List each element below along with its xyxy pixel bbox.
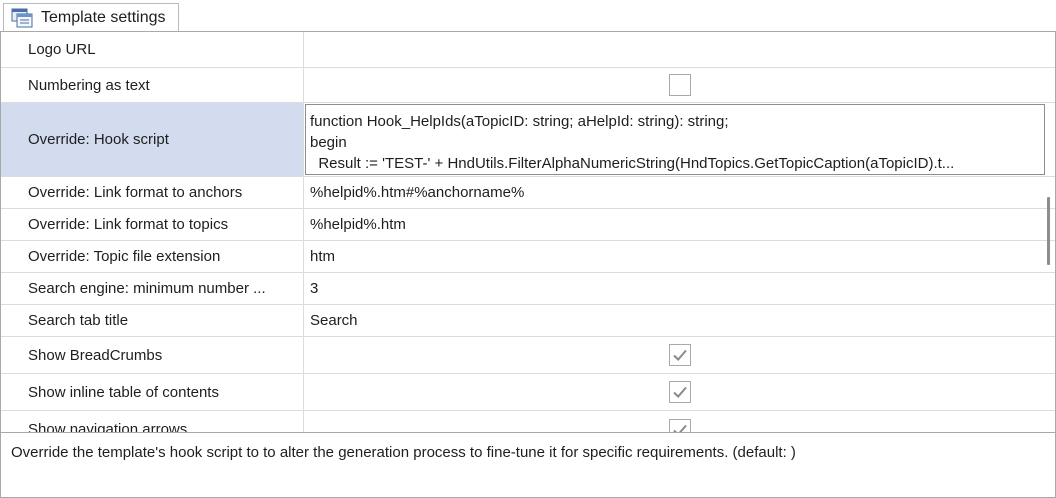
property-name: Numbering as text	[1, 68, 304, 102]
property-row-override-hook-script[interactable]: Override: Hook script function Hook_HelpI…	[1, 103, 1055, 177]
code-line: Result := 'TEST-' + HndUtils.FilterAlpha…	[310, 155, 955, 172]
property-value	[305, 337, 1055, 373]
property-row-override-topic-file-extension[interactable]: Override: Topic file extension htm	[1, 241, 1055, 273]
property-name: Show inline table of contents	[1, 374, 304, 410]
property-value[interactable]: %helpid%.htm	[305, 209, 1055, 240]
property-name: Show BreadCrumbs	[1, 337, 304, 373]
property-row-logo-url[interactable]: Logo URL	[1, 32, 1055, 68]
property-value[interactable]: 3	[305, 273, 1055, 304]
property-row-search-engine-minimum-number[interactable]: Search engine: minimum number ... 3	[1, 273, 1055, 305]
property-name: Override: Link format to anchors	[1, 177, 304, 208]
property-row-numbering-as-text[interactable]: Numbering as text	[1, 68, 1055, 103]
property-name: Override: Topic file extension	[1, 241, 304, 272]
code-line: begin	[310, 134, 347, 151]
settings-list-icon	[11, 8, 33, 28]
property-row-show-navigation-arrows[interactable]: Show navigation arrows	[1, 411, 1055, 432]
tab-label: Template settings	[41, 9, 166, 26]
property-grid[interactable]: Logo URL Numbering as text Override: Hook …	[0, 31, 1056, 433]
property-value	[305, 374, 1055, 410]
property-name: Override: Hook script	[1, 103, 304, 176]
property-row-override-link-format-to-topics[interactable]: Override: Link format to topics %helpid%.…	[1, 209, 1055, 241]
scrollbar-thumb[interactable]	[1047, 197, 1050, 265]
property-value[interactable]	[305, 32, 1055, 67]
property-name: Logo URL	[1, 32, 304, 67]
property-description: Override the template's hook script to t…	[0, 433, 1056, 498]
property-name: Show navigation arrows	[1, 411, 304, 432]
checkmark-icon	[673, 386, 687, 398]
hook-script-editor[interactable]: function Hook_HelpIds(aTopicID: string; …	[305, 104, 1045, 175]
property-row-show-breadcrumbs[interactable]: Show BreadCrumbs	[1, 337, 1055, 374]
property-value[interactable]: %helpid%.htm#%anchorname%	[305, 177, 1055, 208]
tab-template-settings[interactable]: Template settings	[3, 3, 179, 32]
code-line: function Hook_HelpIds(aTopicID: string; …	[310, 113, 729, 130]
property-row-search-tab-title[interactable]: Search tab title Search	[1, 305, 1055, 337]
property-value[interactable]: Search	[305, 305, 1055, 336]
property-value[interactable]: htm	[305, 241, 1055, 272]
property-name: Override: Link format to topics	[1, 209, 304, 240]
checkbox[interactable]	[669, 74, 691, 96]
checkbox[interactable]	[669, 381, 691, 403]
checkbox[interactable]	[669, 419, 691, 432]
property-value	[305, 411, 1055, 432]
property-row-show-inline-table-of-contents[interactable]: Show inline table of contents	[1, 374, 1055, 411]
checkmark-icon	[673, 424, 687, 432]
property-name: Search engine: minimum number ...	[1, 273, 304, 304]
checkbox[interactable]	[669, 344, 691, 366]
property-value	[305, 68, 1055, 102]
property-name: Search tab title	[1, 305, 304, 336]
property-row-override-link-format-to-anchors[interactable]: Override: Link format to anchors %helpid%…	[1, 177, 1055, 209]
checkmark-icon	[673, 349, 687, 361]
